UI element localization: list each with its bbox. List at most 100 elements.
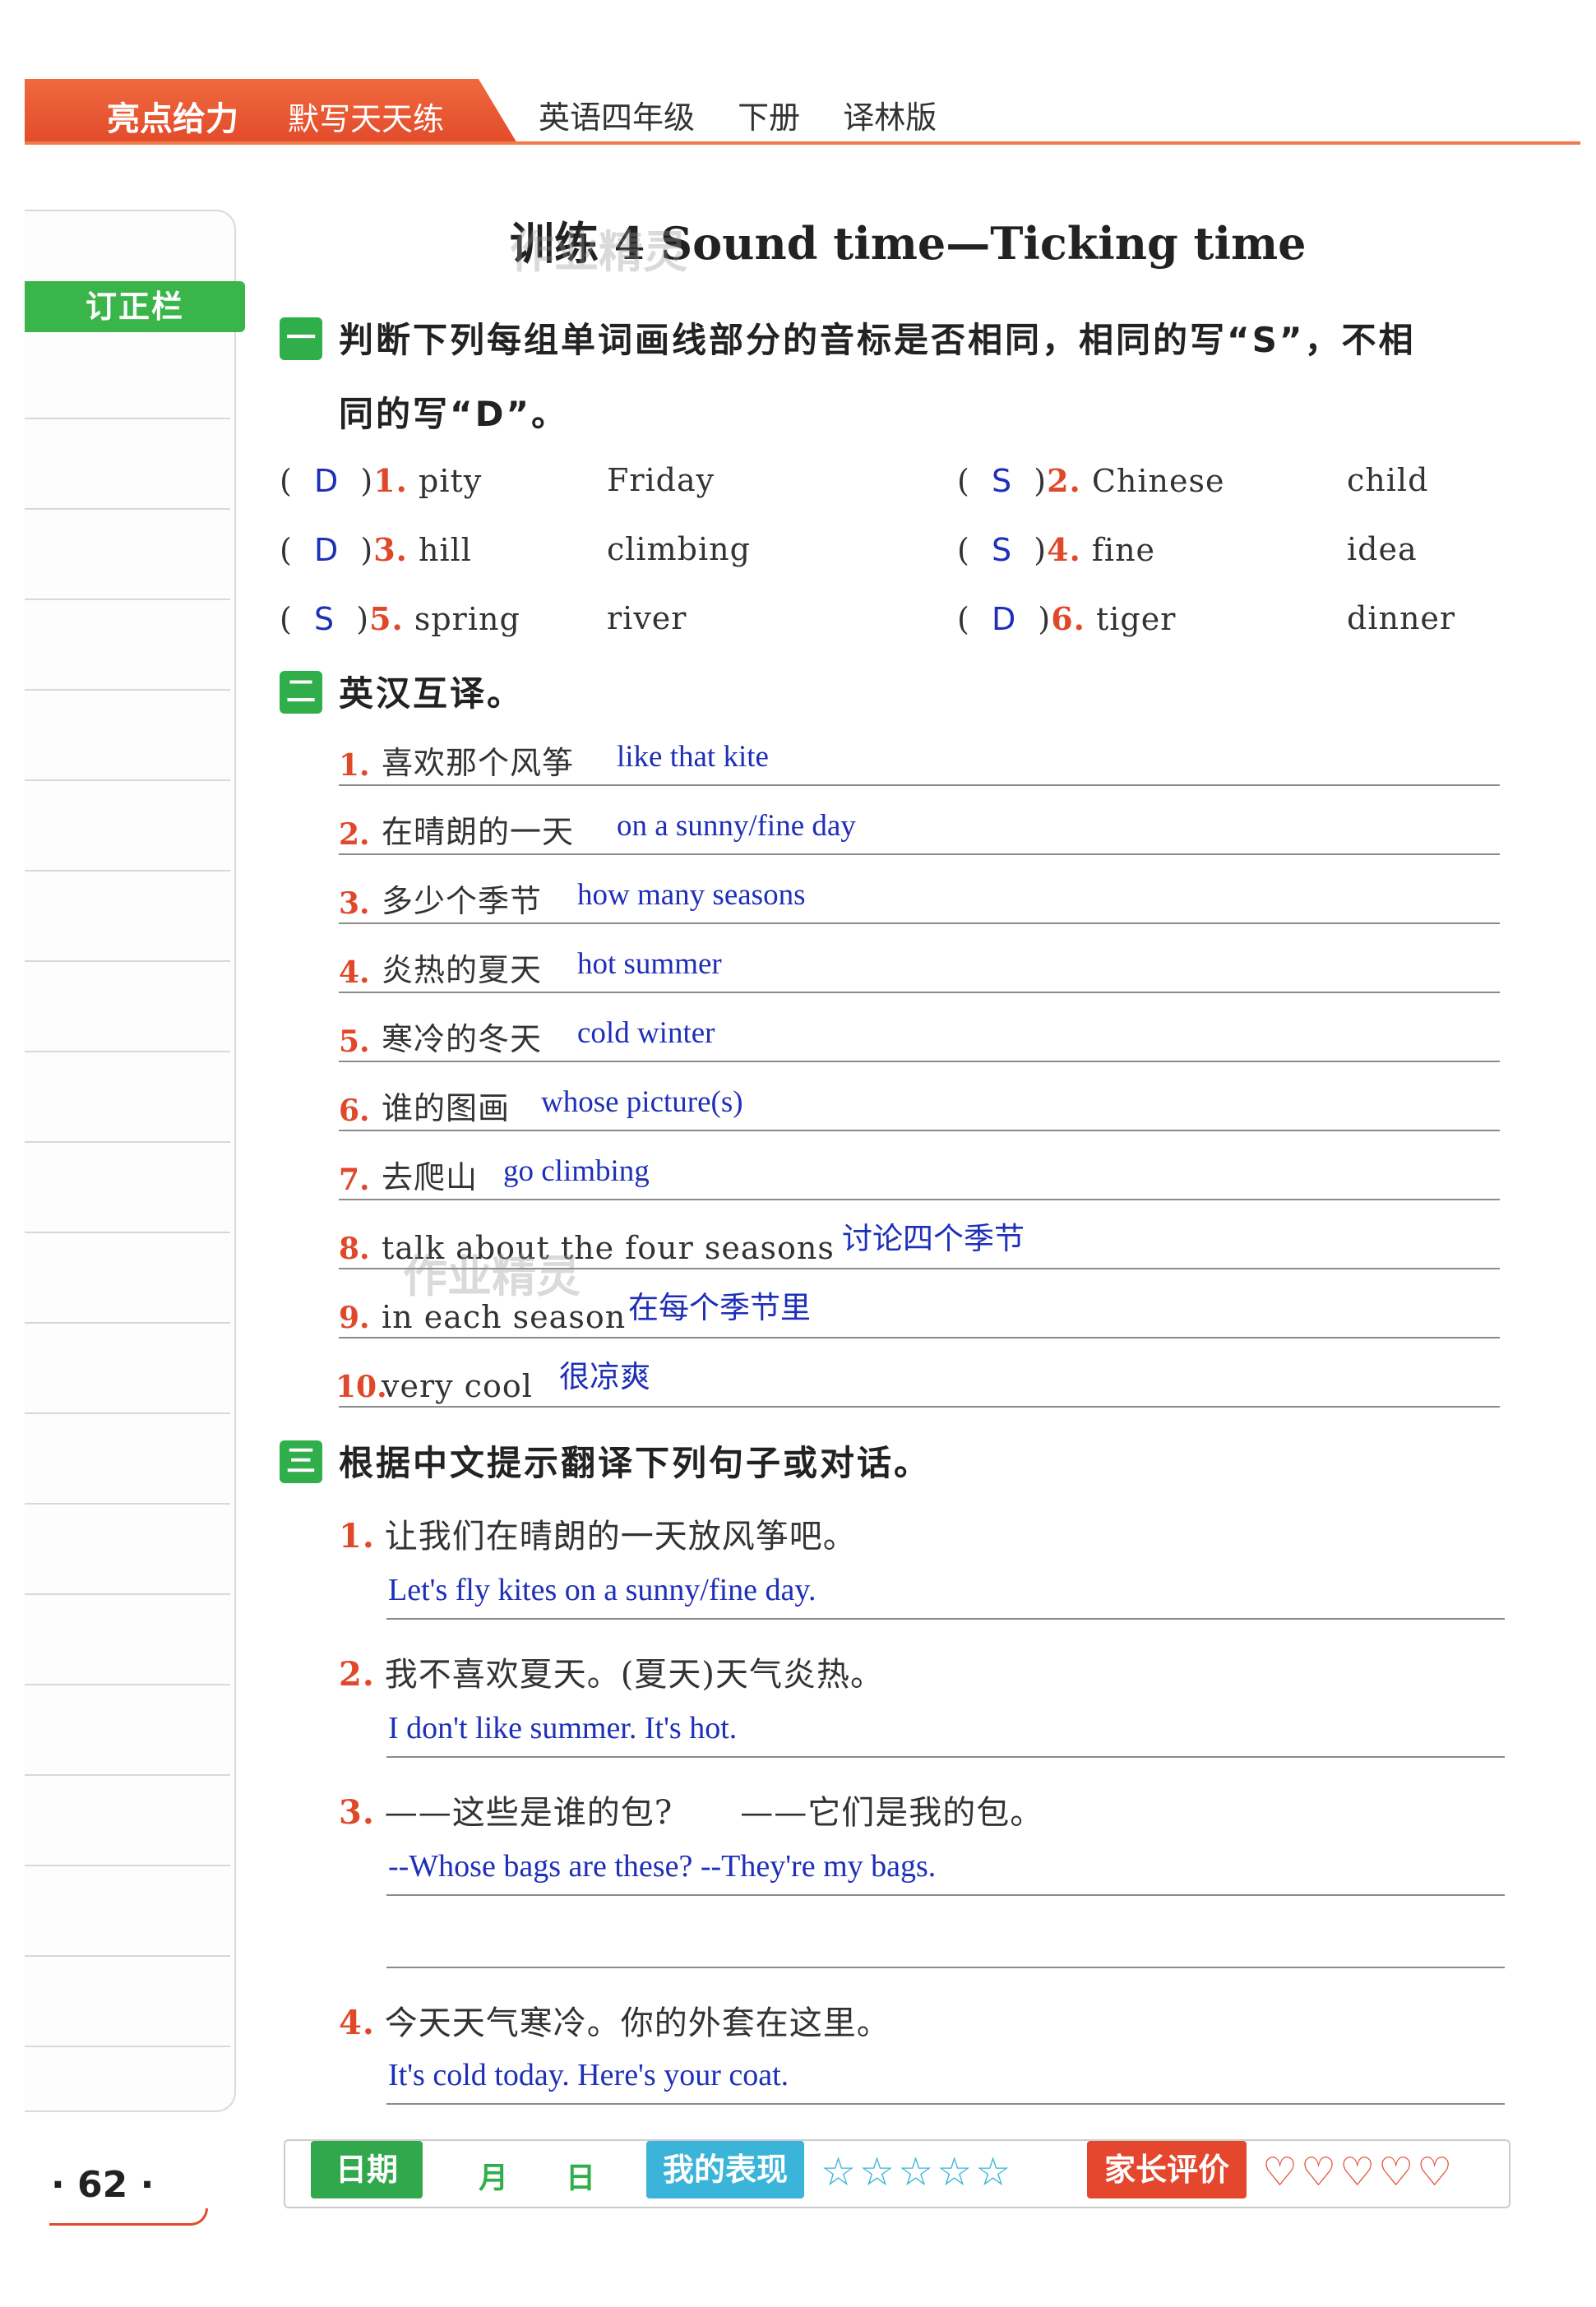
item-number: 8.: [339, 1232, 370, 1266]
translation-answer: go climbing: [503, 1154, 650, 1188]
item-number: 3.: [339, 886, 370, 921]
item-number: 1.: [339, 1517, 375, 1556]
book-info: 英语四年级 下册 译林版: [539, 92, 969, 137]
item-number: 1.: [339, 748, 370, 783]
phonics-word-2: dinner: [1347, 600, 1456, 636]
phonics-item: ( S )5. spring: [280, 600, 520, 637]
brand-name: 亮点给力: [107, 100, 238, 138]
phonics-answer: S: [991, 532, 1013, 568]
book-edition: 译林版: [843, 99, 937, 136]
phonics-word: pity: [419, 463, 483, 499]
sentence-answer: I don't like summer. It's hot.: [388, 1711, 738, 1745]
section1-instruction: 判断下列每组单词画线部分的音标是否相同，相同的写“S”，不相: [339, 320, 1416, 360]
phonics-word-2: river: [607, 600, 687, 636]
item-number: 5.: [369, 600, 404, 637]
item-number: 9.: [339, 1301, 370, 1335]
translation-prompt: 多少个季节: [382, 883, 543, 919]
item-number: 5.: [339, 1024, 370, 1059]
item-number: 2.: [339, 1655, 375, 1694]
phonics-word: hill: [419, 532, 472, 568]
translation-prompt: 谁的图画: [382, 1090, 511, 1126]
book-volume: 下册: [738, 99, 801, 136]
item-number: 7.: [339, 1163, 370, 1197]
phonics-word: spring: [414, 601, 520, 637]
translation-answer: 在每个季节里: [628, 1292, 811, 1325]
header-rule: [25, 141, 1580, 145]
phonics-word-2: child: [1347, 462, 1429, 498]
sentence-text: 今天天气寒冷。你的外套在这里。: [384, 2004, 891, 2042]
phonics-word: Chinese: [1091, 463, 1225, 499]
section2-number: 二: [280, 671, 322, 714]
item-number: 4.: [339, 955, 370, 990]
phonics-answer: S: [991, 463, 1013, 499]
translation-prompt: 在晴朗的一天: [382, 814, 575, 850]
sentence-prompt: 2. 我不喜欢夏天。(夏天)天气炎热。: [339, 1648, 884, 1695]
sentence-prompt: 3. ——这些是谁的包? ——它们是我的包。: [339, 1786, 1043, 1833]
translation-item: 6. 谁的图画 whose picture(s): [339, 1080, 1500, 1131]
phonics-item: ( D )3. hill: [280, 531, 472, 568]
translation-answer: 讨论四个季节: [842, 1223, 1025, 1256]
translation-prompt: 喜欢那个风筝: [382, 745, 575, 781]
correction-lines: [25, 329, 230, 2097]
translation-item: 5. 寒冷的冬天 cold winter: [339, 1011, 1500, 1062]
sentence-answer: Let's fly kites on a sunny/fine day.: [388, 1573, 817, 1607]
translation-answer: on a sunny/fine day: [617, 809, 856, 843]
item-number: 4.: [339, 2004, 375, 2042]
parent-rating-label: 家长评价: [1087, 2141, 1247, 2198]
phonics-item: ( S )2. Chinese: [957, 462, 1225, 499]
translation-prompt: 寒冷的冬天: [382, 1021, 543, 1057]
month-label: 月: [479, 2161, 509, 2195]
translation-prompt: very cool: [382, 1368, 533, 1404]
translation-prompt: in each season: [382, 1299, 627, 1335]
translation-prompt: 去爬山: [382, 1159, 479, 1195]
section2-instruction: 英汉互译。: [339, 673, 525, 714]
phonics-answer: D: [313, 463, 340, 499]
translation-answer: like that kite: [617, 740, 769, 774]
day-label: 日: [566, 2161, 596, 2195]
translation-answer: cold winter: [577, 1016, 715, 1050]
page-number-curve: [49, 2208, 208, 2226]
translation-answer: how many seasons: [577, 878, 806, 912]
translation-answer: whose picture(s): [541, 1085, 743, 1119]
answer-line-blank: [386, 1917, 1505, 1968]
answer-line: It's cold today. Here's your coat.: [386, 2054, 1505, 2105]
parent-rating-hearts[interactable]: ♡♡♡♡♡: [1262, 2149, 1455, 2195]
item-number: 2.: [1047, 462, 1081, 499]
page-number: · 62 ·: [51, 2164, 155, 2206]
section3-number: 三: [280, 1440, 322, 1483]
header-banner: 亮点给力 默写天天练: [25, 79, 518, 145]
phonics-word-2: climbing: [607, 531, 751, 567]
sentence-text: 让我们在晴朗的一天放风筝吧。: [384, 1518, 857, 1556]
phonics-answer: S: [313, 601, 335, 637]
correction-label: 订正栏: [25, 281, 245, 332]
performance-stars[interactable]: ☆☆☆☆☆: [821, 2149, 1014, 2195]
sentence-text: ——这些是谁的包? ——它们是我的包。: [384, 1794, 1044, 1832]
phonics-item: ( D )6. tiger: [957, 600, 1177, 637]
watermark: 作业精灵: [510, 226, 687, 278]
item-number: 3.: [373, 531, 408, 568]
sentence-prompt: 4. 今天天气寒冷。你的外套在这里。: [339, 1996, 891, 2044]
section3-instruction: 根据中文提示翻译下列句子或对话。: [339, 1443, 932, 1483]
series-name: 默写天天练: [288, 101, 445, 137]
sentence-prompt: 1. 让我们在晴朗的一天放风筝吧。: [339, 1509, 857, 1557]
date-label: 日期: [311, 2141, 423, 2198]
translation-item: 3. 多少个季节 how many seasons: [339, 873, 1500, 924]
sentence-answer: It's cold today. Here's your coat.: [388, 2058, 789, 2092]
phonics-word-2: Friday: [607, 462, 715, 498]
phonics-word: tiger: [1096, 601, 1177, 637]
item-number: 3.: [339, 1793, 375, 1832]
sentence-answer: --Whose bags are these? --They're my bag…: [388, 1849, 937, 1884]
phonics-answer: D: [313, 532, 340, 568]
phonics-item: ( S )4. fine: [957, 531, 1156, 568]
item-number: 1.: [373, 462, 408, 499]
item-number: 6.: [339, 1093, 370, 1128]
translation-answer: hot summer: [577, 947, 722, 981]
phonics-answer: D: [991, 601, 1017, 637]
item-number: 6.: [1051, 600, 1085, 637]
sentence-text: 我不喜欢夏天。(夏天)天气炎热。: [384, 1656, 884, 1694]
answer-line: Let's fly kites on a sunny/fine day.: [386, 1569, 1505, 1620]
phonics-word-2: idea: [1347, 531, 1418, 567]
item-number: 2.: [339, 817, 370, 852]
section1-instruction-cont: 同的写“D”。: [339, 394, 569, 434]
phonics-item: ( D )1. pity: [280, 462, 483, 499]
